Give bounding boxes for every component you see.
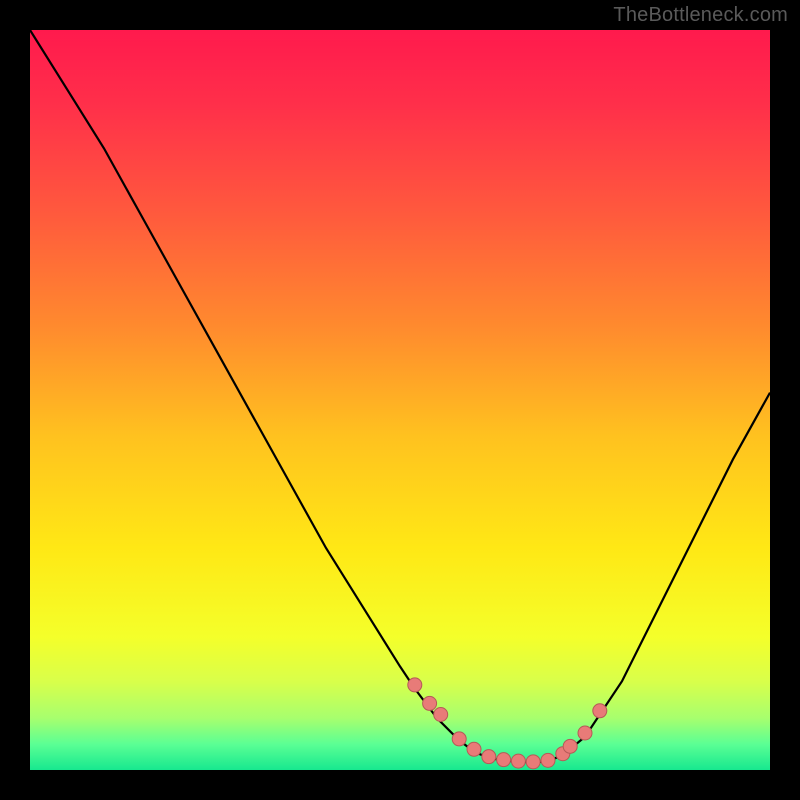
curve-markers (408, 678, 607, 769)
curve-marker (526, 755, 540, 769)
curve-marker (423, 696, 437, 710)
curve-marker (578, 726, 592, 740)
plot-area (30, 30, 770, 770)
curve-marker (467, 742, 481, 756)
curve-marker (541, 753, 555, 767)
chart-stage: TheBottleneck.com (0, 0, 800, 800)
curve-marker (482, 750, 496, 764)
watermark-text: TheBottleneck.com (613, 4, 788, 27)
curve-path (30, 30, 770, 763)
curve-marker (408, 678, 422, 692)
curve-marker (497, 753, 511, 767)
curve-marker (511, 754, 525, 768)
curve-marker (434, 708, 448, 722)
curve-marker (563, 739, 577, 753)
curve-marker (452, 732, 466, 746)
bottleneck-curve (30, 30, 770, 770)
curve-marker (593, 704, 607, 718)
